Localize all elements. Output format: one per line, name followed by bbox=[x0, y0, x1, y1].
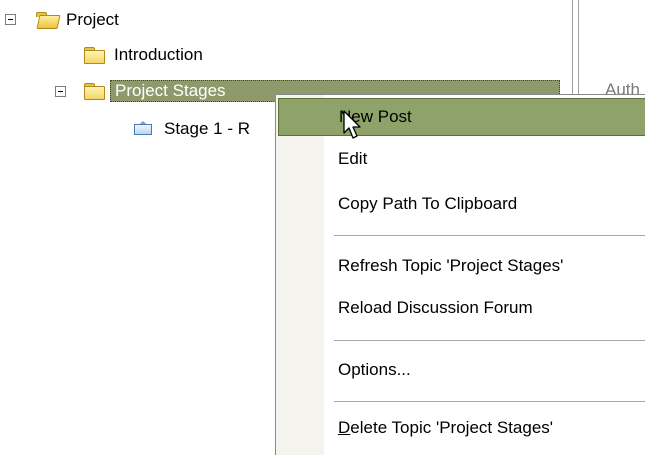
tree-node-label: Project bbox=[66, 10, 119, 29]
menu-item-options[interactable]: Options... bbox=[278, 351, 645, 389]
menu-item-refresh-topic[interactable]: Refresh Topic 'Project Stages' bbox=[278, 247, 645, 285]
collapse-root-toggle[interactable] bbox=[5, 14, 16, 25]
folder-icon bbox=[84, 83, 105, 100]
menu-separator bbox=[334, 401, 645, 402]
menu-item-new-post[interactable]: New Post bbox=[278, 98, 645, 136]
menu-item-label: Copy Path To Clipboard bbox=[338, 194, 518, 213]
tree-node-stage-1[interactable]: Stage 1 - R bbox=[134, 117, 254, 141]
menu-item-label: Options... bbox=[338, 360, 411, 379]
tree-node-label: Stage 1 - R bbox=[164, 119, 250, 138]
menu-separator bbox=[334, 340, 645, 341]
tree-node-introduction[interactable]: Introduction bbox=[84, 43, 207, 67]
menu-item-edit[interactable]: Edit bbox=[278, 140, 645, 178]
menu-item-delete-topic[interactable]: Delete Topic 'Project Stages' bbox=[278, 409, 645, 447]
collapse-project-stages-toggle[interactable] bbox=[55, 86, 66, 97]
menu-item-label-rest: elete Topic 'Project Stages' bbox=[350, 418, 554, 437]
open-folder-icon bbox=[36, 12, 61, 29]
mouse-pointer-icon bbox=[343, 110, 361, 139]
context-menu: New Post Edit Copy Path To Clipboard Ref… bbox=[275, 94, 645, 455]
folder-icon bbox=[84, 47, 105, 64]
menu-item-label: Reload Discussion Forum bbox=[338, 298, 533, 317]
menu-separator bbox=[334, 235, 645, 236]
tree-node-project[interactable]: Project bbox=[36, 8, 123, 32]
tree-node-label: Introduction bbox=[114, 45, 203, 64]
menu-item-accelerator: D bbox=[338, 418, 351, 437]
post-envelope-icon bbox=[134, 121, 154, 137]
menu-item-label: Delete Topic 'Project Stages' bbox=[338, 418, 553, 438]
menu-item-label: Edit bbox=[338, 149, 368, 168]
menu-item-copy-path[interactable]: Copy Path To Clipboard bbox=[278, 185, 645, 223]
menu-item-reload-forum[interactable]: Reload Discussion Forum bbox=[278, 289, 645, 327]
menu-item-label: Refresh Topic 'Project Stages' bbox=[338, 256, 564, 275]
